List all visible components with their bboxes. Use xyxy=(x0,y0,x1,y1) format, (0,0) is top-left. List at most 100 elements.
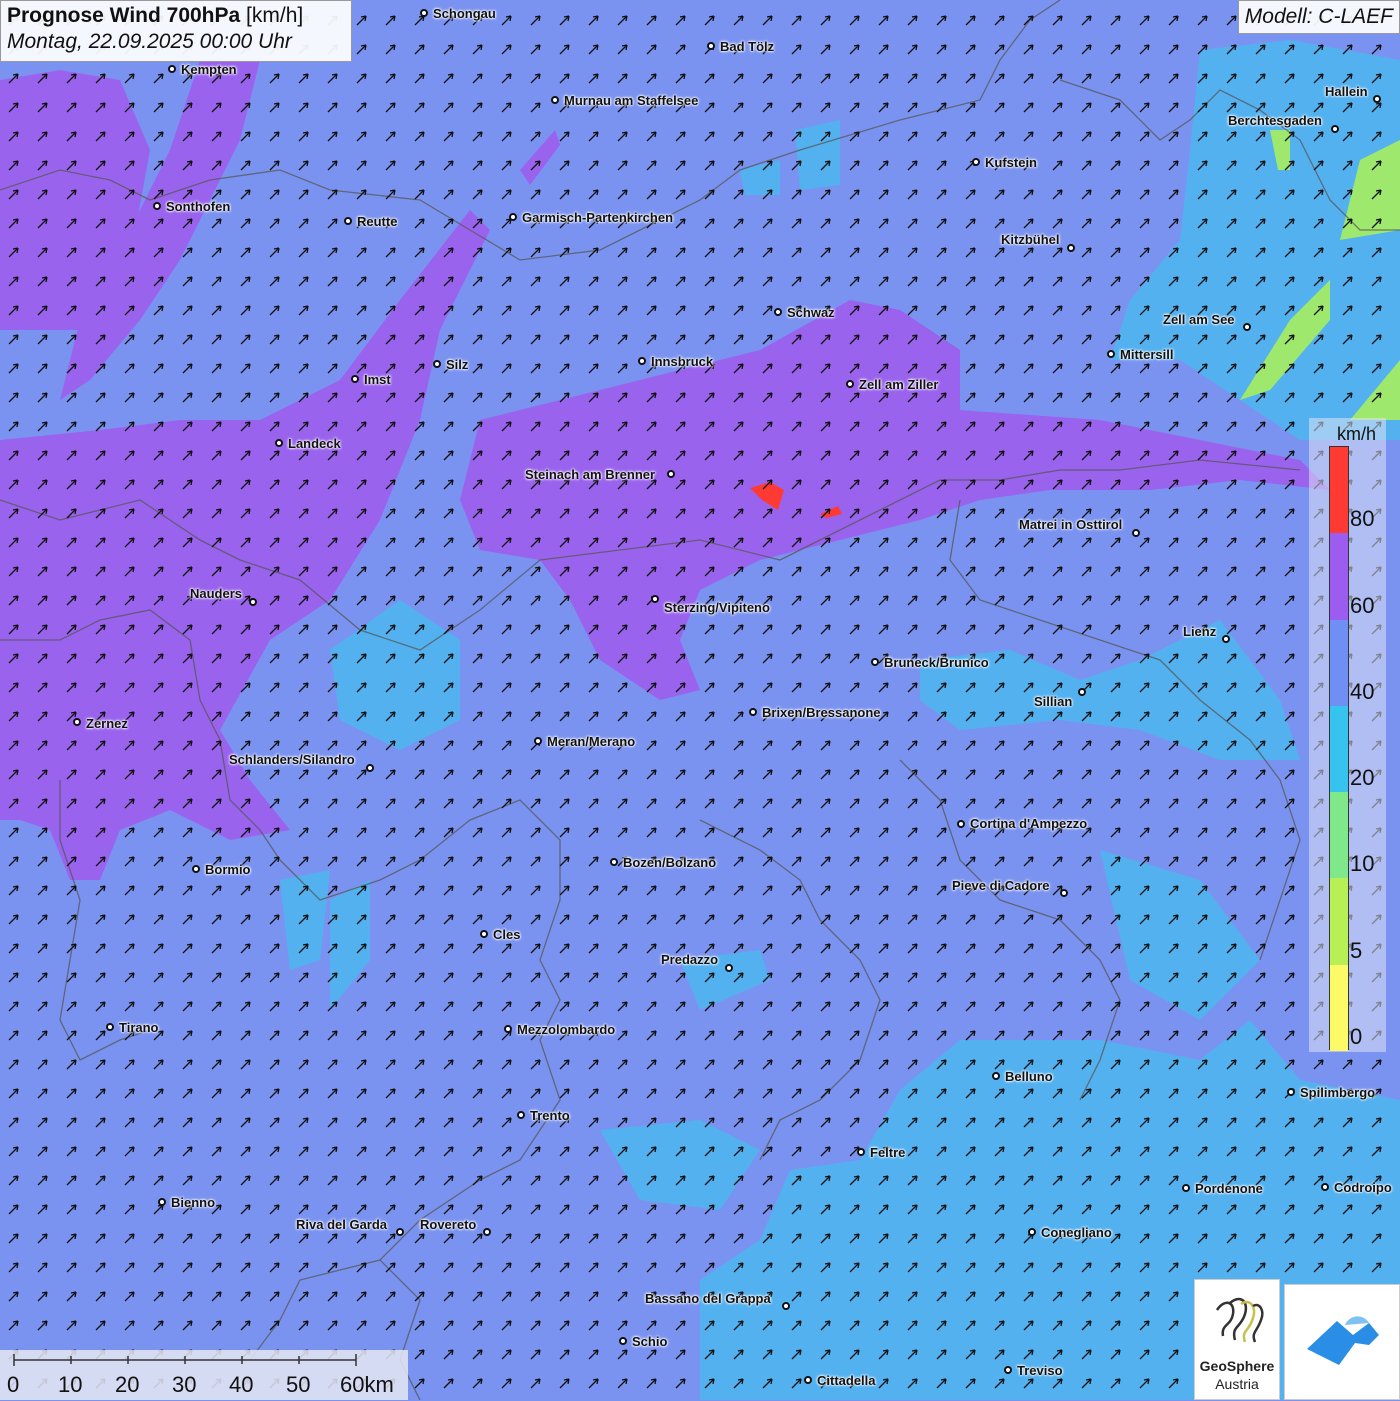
city-marker-icon xyxy=(534,737,542,745)
city-marker-icon xyxy=(1004,1366,1012,1374)
city-marker-icon xyxy=(972,158,980,166)
city-marker-icon xyxy=(106,1023,114,1031)
city-label: Cles xyxy=(493,927,521,942)
city-marker-icon xyxy=(1331,125,1339,133)
geosphere-mark-icon xyxy=(1215,1297,1264,1343)
city-label: Bruneck/Brunico xyxy=(884,655,989,670)
city-label: Bormio xyxy=(205,862,251,877)
city-marker-icon xyxy=(396,1228,404,1236)
city-label: Bassano del Grappa xyxy=(645,1291,771,1306)
city-marker-icon xyxy=(804,1376,812,1384)
color-legend: km/h 80 60 40 20 10 5 0 xyxy=(1309,418,1386,1052)
city-label: Schongau xyxy=(433,6,496,21)
geosphere-name: GeoSphere xyxy=(1199,1358,1275,1374)
city-label: Schio xyxy=(632,1334,668,1349)
city-marker-icon xyxy=(433,360,441,368)
city-label: Cortina d'Ampezzo xyxy=(970,816,1088,831)
city-label: Lienz xyxy=(1183,624,1217,639)
city-label: Murnau am Staffelsee xyxy=(564,93,699,108)
legend-color-segment xyxy=(1330,878,1348,965)
legend-label: 10 xyxy=(1350,851,1375,877)
city-marker-icon xyxy=(1222,635,1230,643)
city-marker-icon xyxy=(1321,1183,1329,1191)
city-label: Landeck xyxy=(288,436,341,451)
city-marker-icon xyxy=(504,1025,512,1033)
city-label: Tirano xyxy=(119,1020,159,1035)
city-marker-icon xyxy=(651,595,659,603)
legend-label: 60 xyxy=(1350,592,1375,618)
legend-label: 0 xyxy=(1350,1024,1363,1049)
city-label: Belluno xyxy=(1005,1069,1053,1084)
city-marker-icon xyxy=(275,439,283,447)
title-box: Prognose Wind 700hPa [km/h] Montag, 22.0… xyxy=(0,0,352,62)
city-marker-icon xyxy=(638,357,646,365)
city-label: Berchtesgaden xyxy=(1228,113,1322,128)
geosphere-country: Austria xyxy=(1215,1376,1259,1392)
city-marker-icon xyxy=(619,1337,627,1345)
forecast-datetime: Montag, 22.09.2025 00:00 Uhr xyxy=(7,30,292,53)
city-marker-icon xyxy=(871,658,879,666)
legend-unit: km/h xyxy=(1337,424,1377,444)
city-label: Schlanders/Silandro xyxy=(229,752,355,767)
city-label: Codroipo xyxy=(1334,1180,1392,1195)
city-label: Kufstein xyxy=(985,155,1037,170)
city-marker-icon xyxy=(249,598,257,606)
city-label: Meran/Merano xyxy=(547,734,636,749)
city-marker-icon xyxy=(725,964,733,972)
scale-bar: 0 10 20 30 40 50 60km xyxy=(0,1350,408,1400)
city-label: Trento xyxy=(530,1108,570,1123)
city-marker-icon xyxy=(610,858,618,866)
city-label: Predazzo xyxy=(661,952,719,967)
city-label: Brixen/Bressanone xyxy=(762,705,881,720)
city-marker-icon xyxy=(749,708,757,716)
legend-color-segment xyxy=(1330,964,1348,1051)
app-mark-icon xyxy=(1307,1316,1379,1365)
city-label: Imst xyxy=(364,372,391,387)
city-marker-icon xyxy=(1028,1228,1036,1236)
city-label: Bozen/Bolzano xyxy=(623,855,717,870)
legend-color-segment xyxy=(1330,619,1348,706)
city-label: Pordenone xyxy=(1195,1181,1263,1196)
legend-color-segment xyxy=(1330,533,1348,620)
legend-color-segment xyxy=(1330,792,1348,879)
scale-label: 40 xyxy=(229,1372,254,1397)
city-marker-icon xyxy=(1287,1088,1295,1096)
city-label: Steinach am Brenner xyxy=(525,467,656,482)
city-label: Bad Tölz xyxy=(720,39,775,54)
legend-color-segment xyxy=(1330,447,1348,534)
city-marker-icon xyxy=(351,375,359,383)
city-label: Bienno xyxy=(171,1195,216,1210)
city-label: Garmisch-Partenkirchen xyxy=(522,210,674,225)
city-marker-icon xyxy=(782,1302,790,1310)
city-marker-icon xyxy=(707,42,715,50)
city-label: Riva del Garda xyxy=(296,1217,388,1232)
city-marker-icon xyxy=(846,380,854,388)
city-label: Zell am Ziller xyxy=(859,377,939,392)
city-label: Reutte xyxy=(357,214,398,229)
city-marker-icon xyxy=(509,213,517,221)
map-title: Prognose Wind 700hPa [km/h] xyxy=(7,4,345,28)
scale-label: 60km xyxy=(340,1372,394,1397)
scale-label: 20 xyxy=(115,1372,140,1397)
city-label: Spilimbergo xyxy=(1300,1085,1376,1100)
app-logo[interactable] xyxy=(1284,1284,1400,1400)
legend-color-segment xyxy=(1330,705,1348,793)
city-label: Cittadella xyxy=(817,1373,876,1388)
scale-label: 10 xyxy=(58,1372,83,1397)
city-marker-icon xyxy=(480,930,488,938)
city-marker-icon xyxy=(667,470,675,478)
city-label: Kitzbühel xyxy=(1001,232,1060,247)
city-marker-icon xyxy=(73,718,81,726)
city-label: Rovereto xyxy=(420,1217,477,1232)
scale-label: 30 xyxy=(172,1372,197,1397)
scale-label: 50 xyxy=(286,1372,311,1397)
city-label: Matrei in Osttirol xyxy=(1019,517,1123,532)
city-label: Zell am See xyxy=(1163,312,1235,327)
city-marker-icon xyxy=(1243,323,1251,331)
city-label: Schwaz xyxy=(787,305,835,320)
geosphere-logo[interactable]: GeoSphere Austria xyxy=(1194,1279,1280,1400)
city-marker-icon xyxy=(420,9,428,17)
city-marker-icon xyxy=(168,65,176,73)
city-marker-icon xyxy=(774,308,782,316)
model-label: Modell: C-LAEF xyxy=(1237,0,1400,34)
